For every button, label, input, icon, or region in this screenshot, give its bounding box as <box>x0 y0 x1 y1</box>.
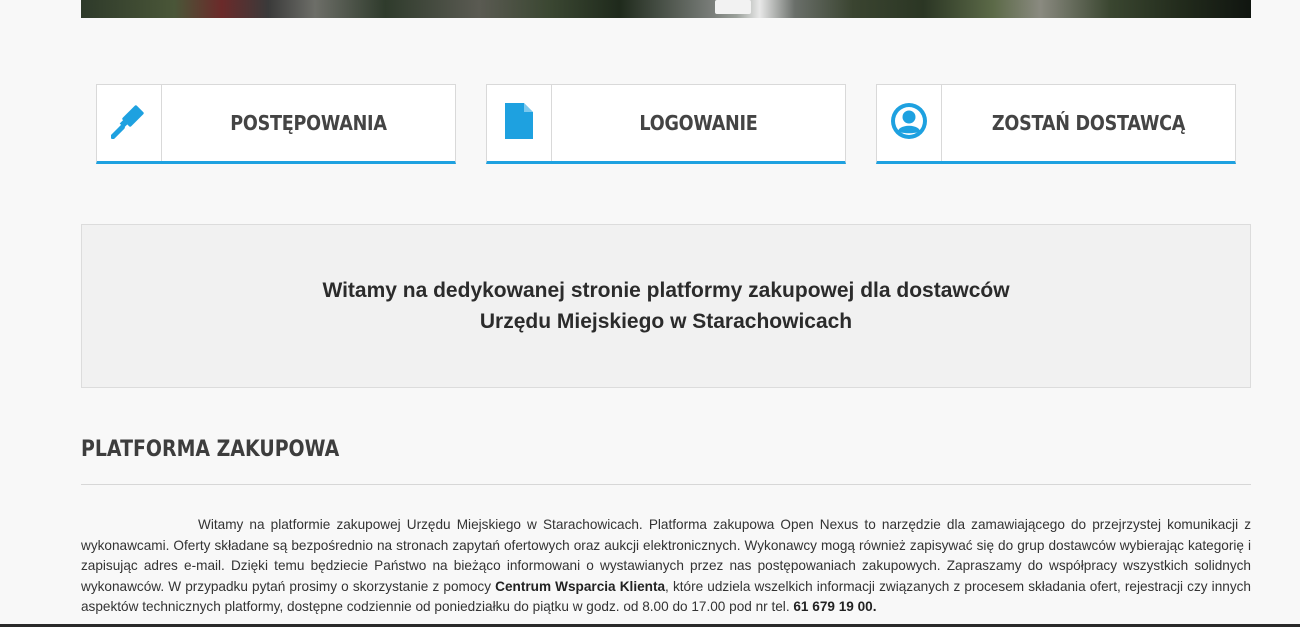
section-title: PLATFORMA ZAKUPOWA <box>81 437 340 462</box>
welcome-line-1: Witamy na dedykowanej stronie platformy … <box>322 279 1010 302</box>
phone-number: 61 679 19 00. <box>793 599 877 614</box>
section-body-text: Witamy na platformie zakupowej Urzędu Mi… <box>81 515 1251 618</box>
tile-label: ZOSTAŃ DOSTAWCĄ <box>991 111 1186 135</box>
document-icon <box>504 102 534 145</box>
tile-icon-box <box>877 85 942 161</box>
tile-label: POSTĘPOWANIA <box>230 111 387 135</box>
welcome-box: Witamy na dedykowanej stronie platformy … <box>81 224 1251 388</box>
welcome-line-2: Urzędu Miejskiego w Starachowicach <box>479 310 853 333</box>
user-circle-icon <box>890 102 928 145</box>
tile-icon-box <box>487 85 552 161</box>
page: POSTĘPOWANIA LOGOWANIE ZOSTAŃ DOSTAWCĄ W… <box>0 0 1300 627</box>
tile-zostan-dostawca[interactable]: ZOSTAŃ DOSTAWCĄ <box>876 84 1236 164</box>
section-divider <box>81 484 1251 485</box>
tile-icon-box <box>97 85 162 161</box>
support-link[interactable]: Centrum Wsparcia Klienta <box>495 579 665 594</box>
gavel-icon <box>110 103 147 144</box>
tile-label: LOGOWANIE <box>639 111 758 135</box>
hero-banner-image <box>81 0 1251 18</box>
tile-postepowania[interactable]: POSTĘPOWANIA <box>96 84 456 164</box>
tile-logowanie[interactable]: LOGOWANIE <box>486 84 846 164</box>
